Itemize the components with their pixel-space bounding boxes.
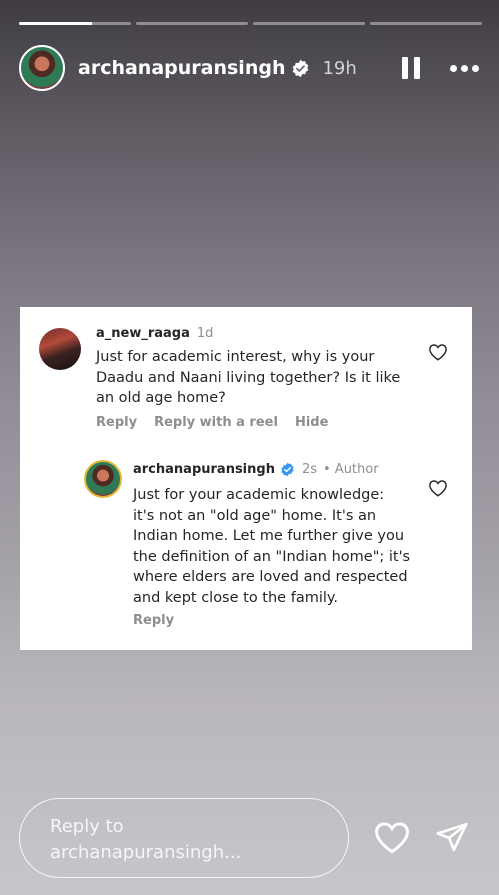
like-reply-heart-icon xyxy=(429,480,447,497)
progress-segment xyxy=(19,22,131,25)
comment-hide-action: Hide xyxy=(294,415,329,430)
verified-badge-icon xyxy=(281,462,294,477)
more-dot-icon xyxy=(472,64,479,72)
reply-line: the definition of an "Indian home"; it's xyxy=(133,548,411,565)
story-time: 19h xyxy=(322,57,357,79)
comment-screenshot-card: a_new_raaga 1d Just for academic interes… xyxy=(20,307,472,650)
reply-meta: archanapuransingh 2s • Author xyxy=(133,462,379,477)
pause-icon xyxy=(402,57,408,79)
commenter-avatar xyxy=(39,328,81,370)
comment-text: Just for academic interest, why is your … xyxy=(96,347,400,409)
progress-segment xyxy=(253,22,365,25)
reply-line: it's not an "old age" home. It's an xyxy=(133,507,377,524)
reply-line: where elders are loved and respected xyxy=(133,569,408,585)
comment-line: Daadu and Naani living together? Is it l… xyxy=(96,369,401,386)
comment-age: 1d xyxy=(196,326,214,341)
comment-line: an old age home? xyxy=(96,390,226,406)
reply-reply-action: Reply xyxy=(133,613,175,628)
comment-line: Just for academic interest, why is your xyxy=(96,349,375,365)
comment-reply-reel-action: Reply with a reel xyxy=(154,415,278,430)
comment-meta: a_new_raaga 1d xyxy=(96,326,213,341)
progress-fill xyxy=(19,22,92,25)
more-dot-icon xyxy=(461,64,468,72)
more-options-button[interactable] xyxy=(450,64,479,72)
like-story-heart-icon[interactable] xyxy=(373,820,411,854)
send-icon[interactable] xyxy=(434,820,470,854)
comment-reply-action: Reply xyxy=(96,415,138,430)
placeholder-line: Reply to xyxy=(50,816,124,837)
commenter-username: a_new_raaga xyxy=(96,326,190,341)
reply-username: archanapuransingh xyxy=(133,462,275,477)
progress-segment xyxy=(136,22,248,25)
reply-line: Just for your academic knowledge: xyxy=(133,487,385,503)
story-header: archanapuransingh 19h xyxy=(19,43,479,93)
progress-segment xyxy=(370,22,482,25)
story-reply-input[interactable]: Reply to archanapuransingh... xyxy=(19,798,349,878)
pause-icon xyxy=(414,57,420,79)
reply-placeholder: Reply to archanapuransingh... xyxy=(50,814,265,866)
reply-age: 2s xyxy=(301,462,317,477)
author-avatar xyxy=(84,460,122,498)
verified-badge-icon xyxy=(293,59,309,77)
reply-line: and kept close to the family. xyxy=(133,589,339,606)
reply-actions: Reply xyxy=(133,613,174,628)
placeholder-line: archanapuransingh... xyxy=(50,842,242,863)
profile-avatar[interactable] xyxy=(19,45,65,91)
story-progress xyxy=(19,22,482,25)
pause-button[interactable] xyxy=(402,57,420,79)
reply-line: Indian home. Let me further give you xyxy=(133,528,405,544)
more-dot-icon xyxy=(450,64,457,72)
comment-actions: Reply Reply with a reel Hide xyxy=(96,415,328,430)
story-username[interactable]: archanapuransingh xyxy=(78,57,285,79)
reply-text: Just for your academic knowledge: it's n… xyxy=(133,485,410,608)
author-tag: • Author xyxy=(323,462,379,477)
like-comment-heart-icon xyxy=(429,344,447,361)
